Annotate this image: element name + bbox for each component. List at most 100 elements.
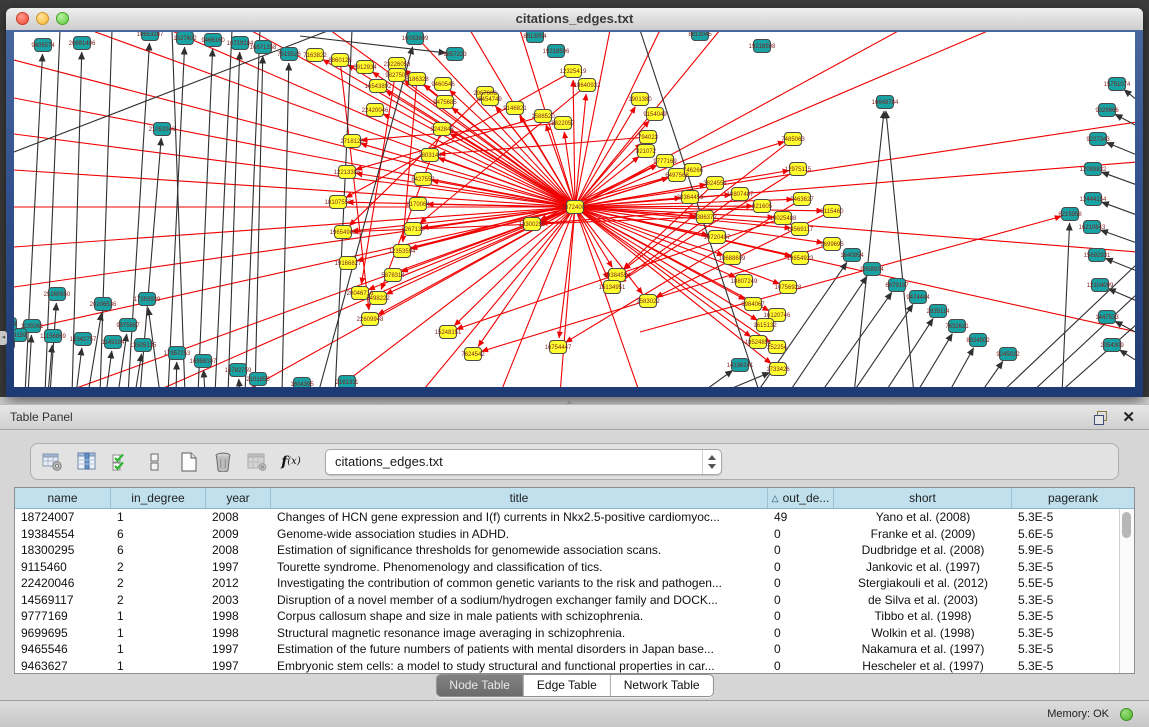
table-row[interactable]: 946362711997Embryonic stem cells: a mode… [15,658,1134,675]
table-cell: 2 [111,593,206,607]
graph-node-label: 16120746 [764,313,791,319]
table-cell: 9115460 [15,560,111,574]
graph-edge [948,348,974,387]
function-builder-icon[interactable]: f(x) [277,448,305,476]
table-cell: Tourette syndrome. Phenomenology and cla… [271,560,768,574]
graph-edge [560,207,575,387]
graph-node-label: 1447533 [1095,315,1119,321]
graph-node-label: 16543892 [365,84,392,90]
memory-status-dot[interactable] [1120,708,1133,721]
graph-node-label: 18720407 [704,235,731,241]
table-body: 1872400712008Changes of HCN gene express… [15,509,1134,674]
node-table: namein_degreeyeartitle△out_de...shortpag… [14,487,1135,674]
graph-node-label: 12444154 [1080,197,1107,203]
table-cell: 1998 [206,626,271,640]
graph-node-label: 12342757 [70,337,97,343]
graph-node-label: 19218508 [749,44,776,50]
table-row[interactable]: 1938455462009Genome-wide association stu… [15,526,1134,543]
table-cell: Investigating the contribution of common… [271,576,768,590]
graph-edge [1106,142,1135,155]
column-header-title[interactable]: title [271,488,768,508]
graph-edge [176,362,177,387]
network-canvas[interactable]: 9405574206914061065328715276029466160107… [14,32,1135,387]
graph-node-label: 9227343 [1086,137,1110,143]
table-row[interactable]: 2242004622012Investigating the contribut… [15,575,1134,592]
table-settings-icon[interactable] [39,448,67,476]
table-row[interactable]: 977716911998Corpus callosum shape and si… [15,608,1134,625]
table-cell: 2008 [206,510,271,524]
network-selector-dropdown[interactable]: citations_edges.txt [325,449,722,475]
graph-node-label: 15134951 [599,285,626,291]
status-bar: Memory: OK [0,700,1149,727]
graph-edge [198,49,213,387]
tab-edge-table[interactable]: Edge Table [524,675,611,696]
new-table-icon[interactable] [175,448,203,476]
graph-edge [14,60,575,207]
graph-edge [1058,324,1135,387]
graph-node-label: 1527602 [173,36,197,42]
graph-node-label: 18640932 [574,83,601,89]
table-row[interactable]: 946554611997Estimation of the future num… [15,641,1134,658]
table-row[interactable]: 1456911722003Disruption of a novel membe… [15,592,1134,609]
graph-edge [575,121,649,207]
table-cell: 0 [768,626,834,640]
table-cell: 2003 [206,593,271,607]
graph-edge [886,111,914,387]
graph-node-label: 1615132 [753,323,777,329]
close-panel-icon[interactable]: ✕ [1122,408,1135,426]
column-header-short[interactable]: short [834,488,1012,508]
graph-edge [239,379,240,387]
graph-node-label: 21053346 [149,127,176,133]
table-row[interactable]: 1872400712008Changes of HCN gene express… [15,509,1134,526]
table-cell: 0 [768,642,834,656]
table-scrollbar[interactable] [1119,509,1134,673]
table-cell: Nakamura et al. (1997) [834,642,1012,656]
table-cell: 0 [768,527,834,541]
column-header-year[interactable]: year [206,488,271,508]
scrollbar-thumb[interactable] [1122,512,1131,538]
column-header-out-de-[interactable]: △out_de... [768,488,834,508]
table-cell: de Silva et al. (2003) [834,593,1012,607]
select-all-icon[interactable] [107,448,135,476]
table-cell: Genome-wide association studies in ADHD. [271,527,768,541]
table-cell: Jankovic et al. (1997) [834,560,1012,574]
column-header-name[interactable]: name [15,488,111,508]
graph-edge [788,276,867,387]
table-cell: 5.9E-5 [1012,543,1134,557]
graph-edge [318,47,413,387]
clear-selection-icon[interactable] [141,448,169,476]
graph-node-label: 12213386 [334,170,361,176]
graph-node-label: 1604395 [290,382,314,387]
graph-edge [700,370,733,387]
graph-node-label: 8427552 [411,177,435,183]
graph-node-label: 1145194 [102,340,126,346]
graph-node-label: 2935114 [927,309,951,315]
column-header-pagerank[interactable]: pagerank [1012,488,1134,508]
graph-edge [76,348,82,387]
table-cell: 1 [111,642,206,656]
table-row[interactable]: 969969511998Structural magnetic resonanc… [15,625,1134,642]
graph-edge [245,32,260,387]
column-chooser-icon[interactable] [73,448,101,476]
hide-panel-arrow[interactable]: ◂ [0,331,7,345]
table-panel-body: f(x) citations_edges.txt namein_degreeye… [0,430,1149,700]
float-panel-icon[interactable] [1094,411,1107,424]
graph-node-label: 8186328 [405,77,429,83]
graph-node-label: 1588520 [531,114,555,120]
delete-table-icon[interactable] [209,448,237,476]
table-cell: 18724007 [15,510,111,524]
table-cell: Tibbo et al. (1998) [834,609,1012,623]
tab-network-table[interactable]: Network Table [611,675,713,696]
delete-column-icon[interactable] [243,448,271,476]
table-row[interactable]: 911546021997Tourette syndrome. Phenomeno… [15,559,1134,576]
table-cell: 5.3E-5 [1012,626,1134,640]
window-titlebar[interactable]: citations_edges.txt [6,8,1143,31]
graph-edge [1101,172,1135,185]
graph-edge [335,32,352,387]
graph-node-label: 7515526 [277,52,301,58]
tab-node-table[interactable]: Node Table [436,675,524,696]
table-cell: 9463627 [15,659,111,673]
table-row[interactable]: 1830029562008Estimation of significance … [15,542,1134,559]
column-header-in-degree[interactable]: in_degree [111,488,206,508]
graph-edge [50,303,56,387]
